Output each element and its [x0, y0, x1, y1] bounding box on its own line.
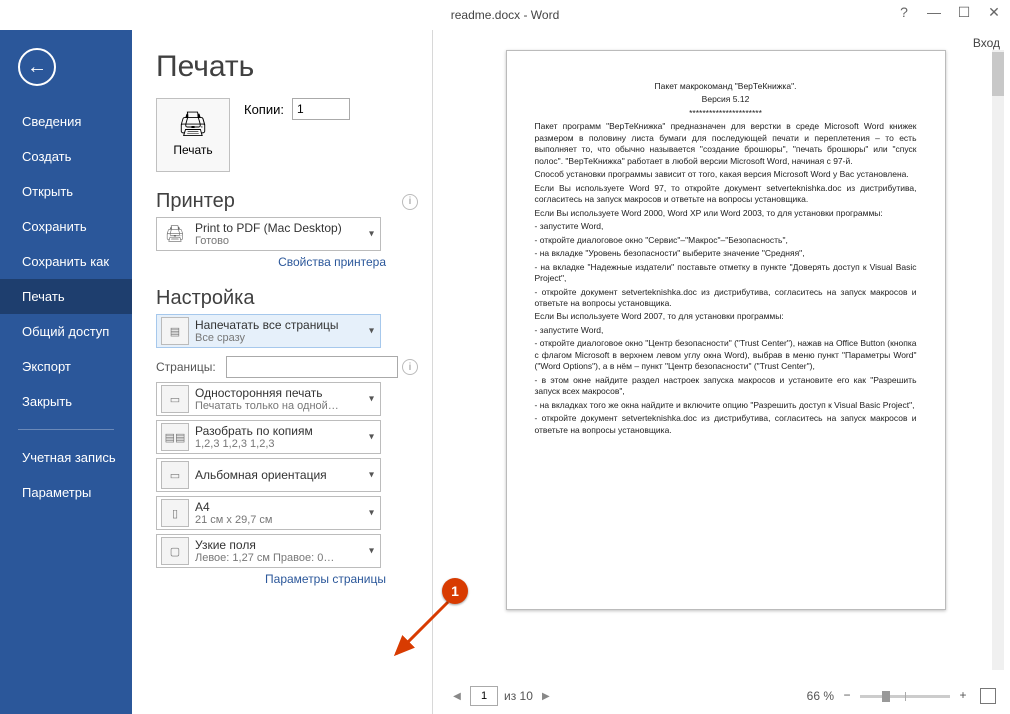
preview-page: Пакет макрокоманд "ВерТеКнижка". Версия … [506, 50, 946, 610]
preview-scrollbar[interactable] [992, 50, 1004, 670]
printer-icon: 🖨 [178, 113, 208, 137]
back-button[interactable]: ← [18, 48, 56, 86]
sidebar-item-close[interactable]: Закрыть [0, 384, 132, 419]
print-button[interactable]: 🖨 Печать [156, 98, 230, 172]
printer-device-icon: 🖨 [161, 220, 189, 248]
printer-status: Готово [195, 235, 342, 247]
print-panel: Печать 🖨 Печать Копии: Принтер i 🖨 Print… [132, 30, 432, 714]
print-preview: Пакет макрокоманд "ВерТеКнижка". Версия … [432, 30, 1010, 714]
pages-input[interactable] [226, 356, 398, 378]
sidebar-item-account[interactable]: Учетная запись [0, 440, 132, 475]
page-title: Печать [156, 50, 422, 84]
doc-line: - на вкладке "Уровень безопасности" выбе… [535, 248, 917, 259]
margins-l1: Узкие поля [195, 538, 334, 552]
doc-line: - запустите Word, [535, 221, 917, 232]
doc-line: Способ установки программы зависит от то… [535, 169, 917, 180]
page-setup-link[interactable]: Параметры страницы [156, 572, 386, 586]
doc-line: Если Вы используете Word 2007, то для ус… [535, 311, 917, 322]
printer-heading: Принтер [156, 190, 235, 213]
paper-l1: A4 [195, 500, 273, 514]
fit-to-window-button[interactable] [980, 688, 996, 704]
doc-line: - откройте диалоговое окно "Центр безопа… [535, 338, 917, 372]
orientation-dropdown[interactable]: ▭ Альбомная ориентация [156, 458, 381, 492]
preview-statusbar: ◀ из 10 ▶ 66 % − + [450, 682, 996, 710]
sidebar-item-export[interactable]: Экспорт [0, 349, 132, 384]
sidebar-item-saveas[interactable]: Сохранить как [0, 244, 132, 279]
sidebar-item-share[interactable]: Общий доступ [0, 314, 132, 349]
window-title: readme.docx - Word [451, 8, 560, 22]
doc-line: Если Вы используете Word 2000, Word XP и… [535, 208, 917, 219]
sidebar-item-options[interactable]: Параметры [0, 475, 132, 510]
doc-line: - откройте документ setverteknishka.doc … [535, 287, 917, 310]
sidebar-item-new[interactable]: Создать [0, 139, 132, 174]
help-icon[interactable]: ? [892, 2, 916, 22]
doc-line: - в этом окне найдите раздел настроек за… [535, 375, 917, 398]
doc-line: Пакет макрокоманд "ВерТеКнижка". [535, 81, 917, 92]
copies-label: Копии: [244, 102, 284, 117]
collate-l1: Разобрать по копиям [195, 424, 313, 438]
prev-page-button[interactable]: ◀ [450, 689, 464, 703]
copies-input[interactable] [292, 98, 350, 120]
doc-line: ********************** [535, 108, 917, 119]
margins-l2: Левое: 1,27 см Правое: 0… [195, 552, 334, 564]
next-page-button[interactable]: ▶ [539, 689, 553, 703]
print-range-dropdown[interactable]: ▤ Напечатать все страницы Все сразу [156, 314, 381, 348]
one-sided-l1: Односторонняя печать [195, 386, 339, 400]
info-icon[interactable]: i [402, 194, 418, 210]
pages-icon: ▤ [161, 317, 189, 345]
page-total: из 10 [504, 689, 533, 703]
close-icon[interactable]: ✕ [982, 2, 1006, 22]
paper-l2: 21 см x 29,7 см [195, 514, 273, 526]
zoom-out-button[interactable]: − [840, 689, 854, 703]
print-range-l2: Все сразу [195, 332, 339, 344]
one-sided-l2: Печатать только на одной… [195, 400, 339, 412]
printer-properties-link[interactable]: Свойства принтера [156, 255, 386, 269]
zoom-percent: 66 % [807, 689, 834, 703]
margins-icon: ▢ [161, 537, 189, 565]
doc-line: Если Вы используете Word 97, то откройте… [535, 183, 917, 206]
zoom-in-button[interactable]: + [956, 689, 970, 703]
printer-dropdown[interactable]: 🖨 Print to PDF (Mac Desktop) Готово [156, 217, 381, 251]
doc-line: - на вкладке "Надежные издатели" поставь… [535, 262, 917, 285]
annotation-callout-1: 1 [442, 578, 468, 604]
sidebar-item-print[interactable]: Печать [0, 279, 132, 314]
backstage-sidebar: ← Сведения Создать Открыть Сохранить Сох… [0, 30, 132, 714]
print-button-label: Печать [173, 143, 212, 157]
minimize-icon[interactable]: — [922, 2, 946, 22]
doc-line: - откройте документ setverteknishka.doc … [535, 413, 917, 436]
one-sided-dropdown[interactable]: ▭ Односторонняя печать Печатать только н… [156, 382, 381, 416]
collate-l2: 1,2,3 1,2,3 1,2,3 [195, 438, 313, 450]
doc-line: - запустите Word, [535, 325, 917, 336]
maximize-icon[interactable]: ☐ [952, 2, 976, 22]
orientation-l1: Альбомная ориентация [195, 468, 327, 482]
zoom-slider[interactable] [860, 695, 950, 698]
doc-line: Пакет программ "ВерТеКнижка" предназначе… [535, 121, 917, 167]
paper-size-dropdown[interactable]: ▯ A4 21 см x 29,7 см [156, 496, 381, 530]
sidebar-item-open[interactable]: Открыть [0, 174, 132, 209]
a4-icon: ▯ [161, 499, 189, 527]
sidebar-item-info[interactable]: Сведения [0, 104, 132, 139]
margins-dropdown[interactable]: ▢ Узкие поля Левое: 1,27 см Правое: 0… [156, 534, 381, 568]
collate-dropdown[interactable]: ▤▤ Разобрать по копиям 1,2,3 1,2,3 1,2,3 [156, 420, 381, 454]
doc-line: - откройте диалоговое окно "Сервис"–"Мак… [535, 235, 917, 246]
current-page-input[interactable] [470, 686, 498, 706]
info-icon[interactable]: i [402, 359, 418, 375]
print-range-l1: Напечатать все страницы [195, 318, 339, 332]
page-icon: ▭ [161, 385, 189, 413]
pages-label: Страницы: [156, 360, 226, 374]
settings-heading: Настройка [156, 287, 254, 310]
doc-line: Версия 5.12 [535, 94, 917, 105]
landscape-icon: ▭ [161, 461, 189, 489]
printer-name: Print to PDF (Mac Desktop) [195, 221, 342, 235]
sidebar-item-save[interactable]: Сохранить [0, 209, 132, 244]
doc-line: - на вкладках того же окна найдите и вкл… [535, 400, 917, 411]
collate-icon: ▤▤ [161, 423, 189, 451]
